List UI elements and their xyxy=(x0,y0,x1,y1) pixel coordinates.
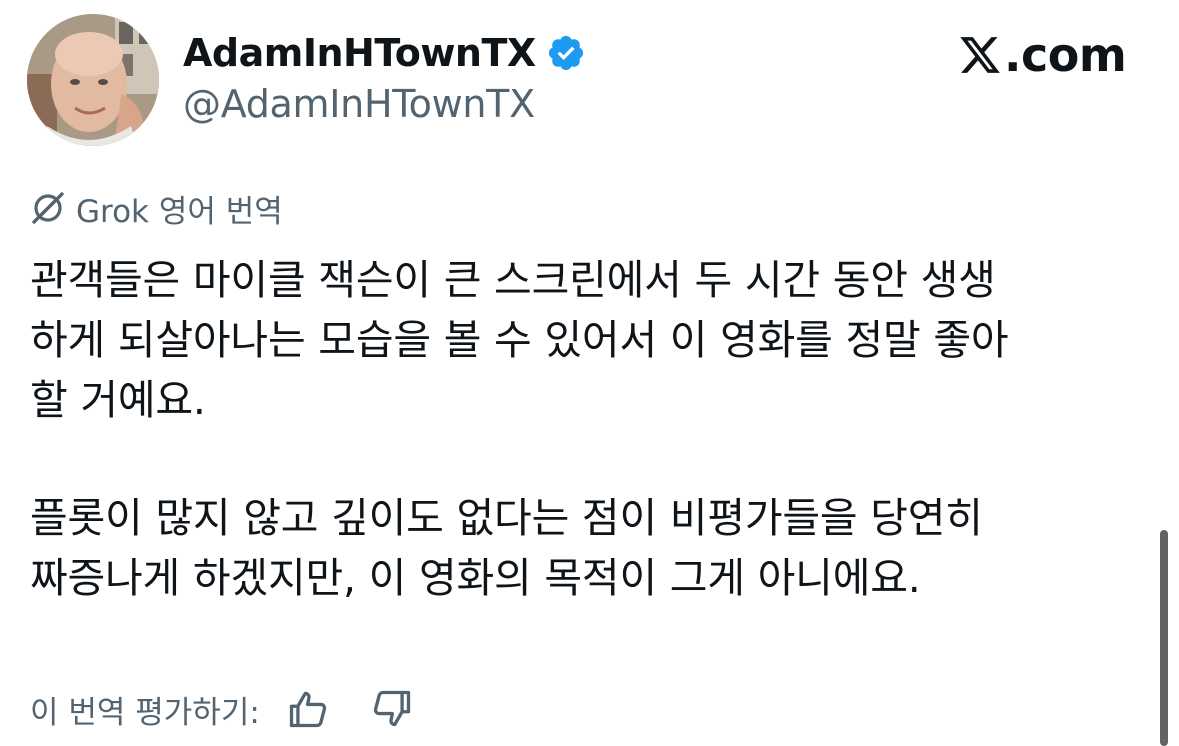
thumbs-up-icon[interactable] xyxy=(286,687,330,731)
display-name-row: AdamInHTownTX xyxy=(183,28,586,78)
rate-translation-prompt: 이 번역 평가하기: xyxy=(30,694,260,731)
translation-label: Grok 영어 번역 xyxy=(30,186,283,230)
site-domain: .com xyxy=(1004,28,1127,82)
translation-label-text: Grok 영어 번역 xyxy=(76,193,283,230)
tweet-line: 짜증나게 하겠지만, 이 영화의 목적이 그게 아니에요. xyxy=(30,554,921,602)
user-handle[interactable]: @AdamInHTownTX xyxy=(183,82,535,126)
tweet-line: 할 거예요. xyxy=(30,376,206,424)
thumbs-down-icon[interactable] xyxy=(370,687,414,731)
avatar-photo xyxy=(27,14,159,146)
verified-badge-icon xyxy=(546,33,586,73)
grok-icon xyxy=(30,190,66,226)
avatar[interactable] xyxy=(27,14,159,146)
tweet-header: AdamInHTownTX @AdamInHTownTX .com xyxy=(0,0,1179,160)
display-name[interactable]: AdamInHTownTX xyxy=(183,31,536,75)
scrollbar-thumb[interactable] xyxy=(1160,530,1168,746)
tweet-line: 하게 되살아나는 모습을 볼 수 있어서 이 영화를 정말 좋아 xyxy=(30,316,1009,364)
tweet-line: 플롯이 많지 않고 깊이도 없다는 점이 비평가들을 당연히 xyxy=(30,494,983,542)
x-logo-icon xyxy=(958,33,1002,77)
tweet-line: 관객들은 마이클 잭슨이 큰 스크린에서 두 시간 동안 생생 xyxy=(30,256,996,304)
tweet-text: 관객들은 마이클 잭슨이 큰 스크린에서 두 시간 동안 생생 하게 되살아나는… xyxy=(30,250,1155,608)
rate-translation-row: 이 번역 평가하기: xyxy=(30,684,414,734)
site-badge: .com xyxy=(958,28,1127,82)
